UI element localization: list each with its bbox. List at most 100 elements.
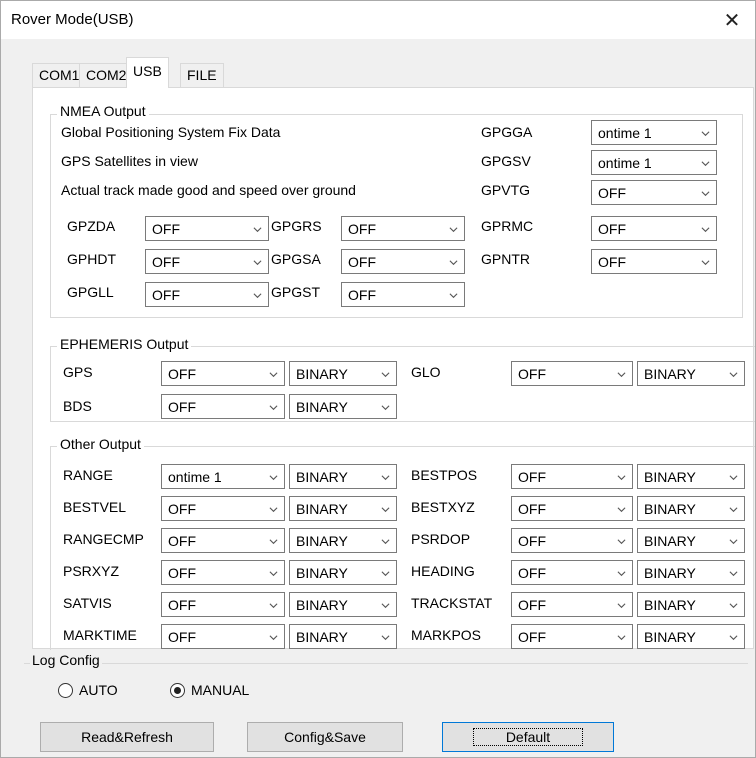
chevron-down-icon	[381, 372, 390, 378]
gpgll-select[interactable]: OFF	[145, 282, 269, 307]
gpgsa-select[interactable]: OFF	[341, 249, 465, 274]
gphdt-select[interactable]: OFF	[145, 249, 269, 274]
range-label: RANGE	[63, 467, 113, 483]
gps-ephemeris-label: GPS	[63, 364, 93, 380]
read-refresh-button[interactable]: Read&Refresh	[40, 722, 214, 752]
psrdop-format-select[interactable]: BINARY	[637, 528, 745, 553]
trackstat-format-select[interactable]: BINARY	[637, 592, 745, 617]
markpos-select[interactable]: OFF	[511, 624, 633, 649]
radio-checked-icon	[170, 682, 185, 698]
radio-unchecked-icon	[58, 682, 73, 698]
usb-tab-panel: NMEA Output Global Positioning System Fi…	[32, 87, 755, 650]
chevron-down-icon	[617, 507, 626, 513]
close-button[interactable]: ✕	[709, 1, 755, 39]
bestvel-format-select[interactable]: BINARY	[289, 496, 397, 521]
chevron-down-icon	[729, 635, 738, 641]
heading-format-select[interactable]: BINARY	[637, 560, 745, 585]
glo-ephemeris-format-select[interactable]: BINARY	[637, 361, 745, 386]
chevron-down-icon	[381, 539, 390, 545]
other-output-title: Other Output	[57, 436, 144, 452]
heading-label: HEADING	[411, 563, 475, 579]
chevron-down-icon	[729, 539, 738, 545]
marktime-select[interactable]: OFF	[161, 624, 285, 649]
glo-ephemeris-select[interactable]: OFF	[511, 361, 633, 386]
default-button[interactable]: Default	[442, 722, 614, 752]
gpgsv-select[interactable]: ontime 1	[591, 150, 717, 175]
gprmc-select[interactable]: OFF	[591, 216, 717, 241]
bestpos-format-select[interactable]: BINARY	[637, 464, 745, 489]
bestxyz-format-select[interactable]: BINARY	[637, 496, 745, 521]
gps-ephemeris-select[interactable]: OFF	[161, 361, 285, 386]
gpzda-label: GPZDA	[67, 218, 116, 234]
gpzda-select[interactable]: OFF	[145, 216, 269, 241]
heading-select[interactable]: OFF	[511, 560, 633, 585]
gpgsa-label: GPGSA	[271, 251, 321, 267]
tab-usb[interactable]: USB	[126, 57, 169, 88]
gpvtg-label: GPVTG	[481, 182, 531, 198]
chevron-down-icon	[701, 161, 710, 167]
markpos-format-select[interactable]: BINARY	[637, 624, 745, 649]
psrdop-select[interactable]: OFF	[511, 528, 633, 553]
gpvtg-select[interactable]: OFF	[591, 180, 717, 205]
chevron-down-icon	[617, 372, 626, 378]
manual-radio-label: MANUAL	[191, 682, 250, 698]
gpgga-label: GPGGA	[481, 124, 533, 140]
chevron-down-icon	[381, 635, 390, 641]
bds-ephemeris-select[interactable]: OFF	[161, 394, 285, 419]
markpos-label: MARKPOS	[411, 627, 482, 643]
chevron-down-icon	[253, 227, 262, 233]
gpgga-description: Global Positioning System Fix Data	[61, 124, 281, 140]
chevron-down-icon	[729, 507, 738, 513]
range-format-select[interactable]: BINARY	[289, 464, 397, 489]
gps-ephemeris-format-select[interactable]: BINARY	[289, 361, 397, 386]
chevron-down-icon	[449, 227, 458, 233]
manual-radio[interactable]: MANUAL	[170, 682, 249, 698]
chevron-down-icon	[381, 507, 390, 513]
bestvel-select[interactable]: OFF	[161, 496, 285, 521]
gpgst-select[interactable]: OFF	[341, 282, 465, 307]
gprmc-label: GPRMC	[481, 218, 534, 234]
psrxyz-format-select[interactable]: BINARY	[289, 560, 397, 585]
marktime-format-select[interactable]: BINARY	[289, 624, 397, 649]
bestxyz-select[interactable]: OFF	[511, 496, 633, 521]
auto-radio[interactable]: AUTO	[58, 682, 118, 698]
chevron-down-icon	[269, 405, 278, 411]
marktime-label: MARKTIME	[63, 627, 137, 643]
log-config-title: Log Config	[30, 652, 102, 668]
trackstat-select[interactable]: OFF	[511, 592, 633, 617]
gpgll-label: GPGLL	[67, 284, 114, 300]
rangecmp-select[interactable]: OFF	[161, 528, 285, 553]
chevron-down-icon	[269, 603, 278, 609]
gpntr-select[interactable]: OFF	[591, 249, 717, 274]
satvis-select[interactable]: OFF	[161, 592, 285, 617]
chevron-down-icon	[617, 635, 626, 641]
range-select[interactable]: ontime 1	[161, 464, 285, 489]
bds-ephemeris-label: BDS	[63, 398, 92, 414]
psrxyz-select[interactable]: OFF	[161, 560, 285, 585]
gpgrs-select[interactable]: OFF	[341, 216, 465, 241]
chevron-down-icon	[617, 475, 626, 481]
gpgga-select[interactable]: ontime 1	[591, 120, 717, 145]
config-save-button[interactable]: Config&Save	[247, 722, 403, 752]
rangecmp-label: RANGECMP	[63, 531, 144, 547]
chevron-down-icon	[729, 372, 738, 378]
satvis-format-select[interactable]: BINARY	[289, 592, 397, 617]
chevron-down-icon	[269, 571, 278, 577]
bds-ephemeris-format-select[interactable]: BINARY	[289, 394, 397, 419]
rangecmp-format-select[interactable]: BINARY	[289, 528, 397, 553]
satvis-label: SATVIS	[63, 595, 112, 611]
chevron-down-icon	[269, 372, 278, 378]
ephemeris-output-title: EPHEMERIS Output	[57, 336, 192, 352]
trackstat-label: TRACKSTAT	[411, 595, 493, 611]
chevron-down-icon	[729, 603, 738, 609]
bestvel-label: BESTVEL	[63, 499, 127, 515]
nmea-output-title: NMEA Output	[57, 103, 149, 119]
chevron-down-icon	[381, 475, 390, 481]
glo-ephemeris-label: GLO	[411, 364, 441, 380]
chevron-down-icon	[253, 293, 262, 299]
bestpos-select[interactable]: OFF	[511, 464, 633, 489]
tab-file[interactable]: FILE	[180, 63, 224, 87]
close-icon: ✕	[723, 9, 741, 32]
chevron-down-icon	[269, 475, 278, 481]
log-config-group: Log Config AUTO MANUAL	[24, 652, 748, 711]
